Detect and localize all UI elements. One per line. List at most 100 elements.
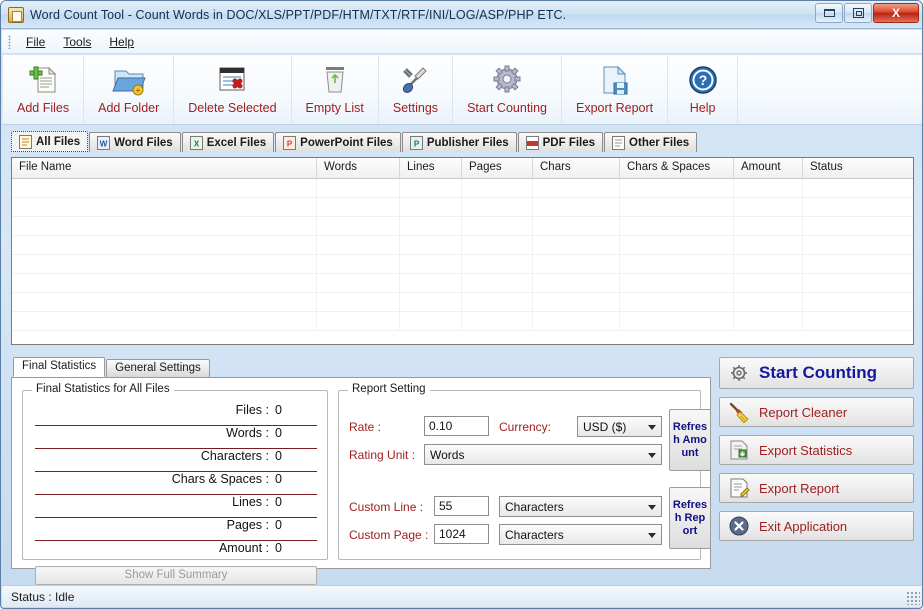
column-header-chars[interactable]: Chars <box>533 158 620 178</box>
custom-page-label: Custom Page : <box>349 528 429 542</box>
report-cleaner-label: Report Cleaner <box>759 404 848 420</box>
file-list[interactable]: File Name Words Lines Pages Chars Chars … <box>11 157 914 345</box>
row-cell <box>734 274 803 292</box>
bottom-tab-panel: Final Statistics General Settings Final … <box>11 357 711 585</box>
gear-icon <box>491 63 523 97</box>
menu-item-tools[interactable]: Tools <box>54 33 100 51</box>
row-cell <box>734 236 803 254</box>
menu-item-file[interactable]: File <box>17 33 54 51</box>
table-row[interactable] <box>12 198 913 217</box>
table-row[interactable] <box>12 217 913 236</box>
rate-input[interactable]: 0.10 <box>424 416 489 436</box>
stat-value-characters: 0 <box>275 449 282 463</box>
minimize-icon <box>823 9 835 17</box>
stat-value-words: 0 <box>275 426 282 440</box>
minimize-button[interactable] <box>815 3 843 23</box>
currency-select[interactable]: USD ($) <box>577 416 662 437</box>
rating-unit-select[interactable]: Words <box>424 444 662 465</box>
window-title: Word Count Tool - Count Words in DOC/XLS… <box>30 7 567 22</box>
row-cell <box>462 255 533 273</box>
row-cell <box>12 293 317 311</box>
exit-application-button[interactable]: Exit Application <box>719 511 914 541</box>
svg-text:?: ? <box>698 72 707 88</box>
row-cell <box>803 293 913 311</box>
custom-page-unit-select[interactable]: Characters <box>499 524 662 545</box>
row-cell <box>400 217 462 235</box>
tab-excel-files[interactable]: X Excel Files <box>181 132 275 152</box>
export-statistics-button[interactable]: Export Statistics <box>719 435 914 465</box>
row-cell <box>462 236 533 254</box>
column-header-status[interactable]: Status <box>803 158 913 178</box>
row-cell <box>533 312 620 330</box>
refresh-amount-button[interactable]: Refresh Amount <box>669 409 711 471</box>
table-row[interactable] <box>12 236 913 255</box>
row-cell <box>620 274 734 292</box>
toolbar-add-folder[interactable]: + Add Folder <box>84 55 175 124</box>
bottom-tab-strip: Final Statistics General Settings <box>13 357 711 377</box>
start-counting-button[interactable]: Start Counting <box>719 357 914 389</box>
toolbar-delete-selected[interactable]: Delete Selected <box>174 55 292 124</box>
column-header-chars-spaces[interactable]: Chars & Spaces <box>620 158 734 178</box>
tab-publisher-files-label: Publisher Files <box>426 136 509 149</box>
row-cell <box>12 198 317 216</box>
file-list-body[interactable] <box>12 179 913 344</box>
tab-publisher-files[interactable]: P Publisher Files <box>401 132 517 152</box>
toolbar-empty-list[interactable]: Empty List <box>292 55 379 124</box>
report-cleaner-button[interactable]: Report Cleaner <box>719 397 914 427</box>
row-cell <box>734 293 803 311</box>
row-cell <box>400 236 462 254</box>
table-row[interactable] <box>12 293 913 312</box>
final-statistics-group: Final Statistics for All Files Files : 0… <box>22 383 328 585</box>
toolbar-start-counting[interactable]: Start Counting <box>453 55 562 124</box>
stat-row-pages: Pages : 0 <box>35 518 317 541</box>
stat-row-files: Files : 0 <box>35 403 317 426</box>
tab-other-files[interactable]: Other Files <box>604 132 698 152</box>
tab-all-files[interactable]: All Files <box>11 131 89 152</box>
broom-icon <box>728 401 750 423</box>
custom-page-input[interactable]: 1024 <box>434 524 489 544</box>
stat-value-files: 0 <box>275 403 282 417</box>
tab-pdf-files[interactable]: PDF Files <box>517 132 604 152</box>
export-report-button[interactable]: Export Report <box>719 473 914 503</box>
row-cell <box>734 217 803 235</box>
toolbar-export-report[interactable]: Export Report <box>562 55 669 124</box>
custom-line-label: Custom Line : <box>349 500 424 514</box>
table-row[interactable] <box>12 179 913 198</box>
table-row[interactable] <box>12 312 913 331</box>
row-cell <box>620 179 734 197</box>
table-row[interactable] <box>12 255 913 274</box>
column-header-pages[interactable]: Pages <box>462 158 533 178</box>
refresh-report-button[interactable]: Refresh Report <box>669 487 711 549</box>
close-button[interactable]: X <box>873 3 919 23</box>
powerpoint-icon: P <box>283 135 297 150</box>
row-cell <box>462 179 533 197</box>
custom-line-input[interactable]: 55 <box>434 496 489 516</box>
status-bar: Status : Idle <box>2 585 922 607</box>
resize-grip[interactable] <box>906 591 920 605</box>
row-cell <box>12 274 317 292</box>
column-header-lines[interactable]: Lines <box>400 158 462 178</box>
row-cell <box>400 255 462 273</box>
tab-all-files-label: All Files <box>36 135 81 148</box>
toolbar-add-files[interactable]: Add Files <box>2 55 85 124</box>
publisher-icon: P <box>409 135 423 150</box>
row-cell <box>317 236 400 254</box>
column-header-amount[interactable]: Amount <box>734 158 803 178</box>
column-header-words[interactable]: Words <box>317 158 400 178</box>
custom-line-unit-select[interactable]: Characters <box>499 496 662 517</box>
tab-final-statistics[interactable]: Final Statistics <box>13 357 106 377</box>
toolbar-settings[interactable]: Settings <box>379 55 454 124</box>
tab-powerpoint-files[interactable]: P PowerPoint Files <box>275 132 401 152</box>
tab-general-settings[interactable]: General Settings <box>106 359 210 377</box>
stat-row-amount: Amount : 0 <box>35 541 317 564</box>
menu-item-help[interactable]: Help <box>100 33 143 51</box>
column-header-file-name[interactable]: File Name <box>12 158 317 178</box>
menu-grip-handle[interactable] <box>8 34 11 49</box>
tab-word-files[interactable]: W Word Files <box>89 132 181 152</box>
show-full-summary-button[interactable]: Show Full Summary <box>35 566 317 585</box>
other-file-icon <box>612 135 626 150</box>
row-cell <box>462 217 533 235</box>
table-row[interactable] <box>12 274 913 293</box>
toolbar-help[interactable]: ? Help <box>668 55 739 124</box>
maximize-restore-button[interactable] <box>844 3 872 23</box>
